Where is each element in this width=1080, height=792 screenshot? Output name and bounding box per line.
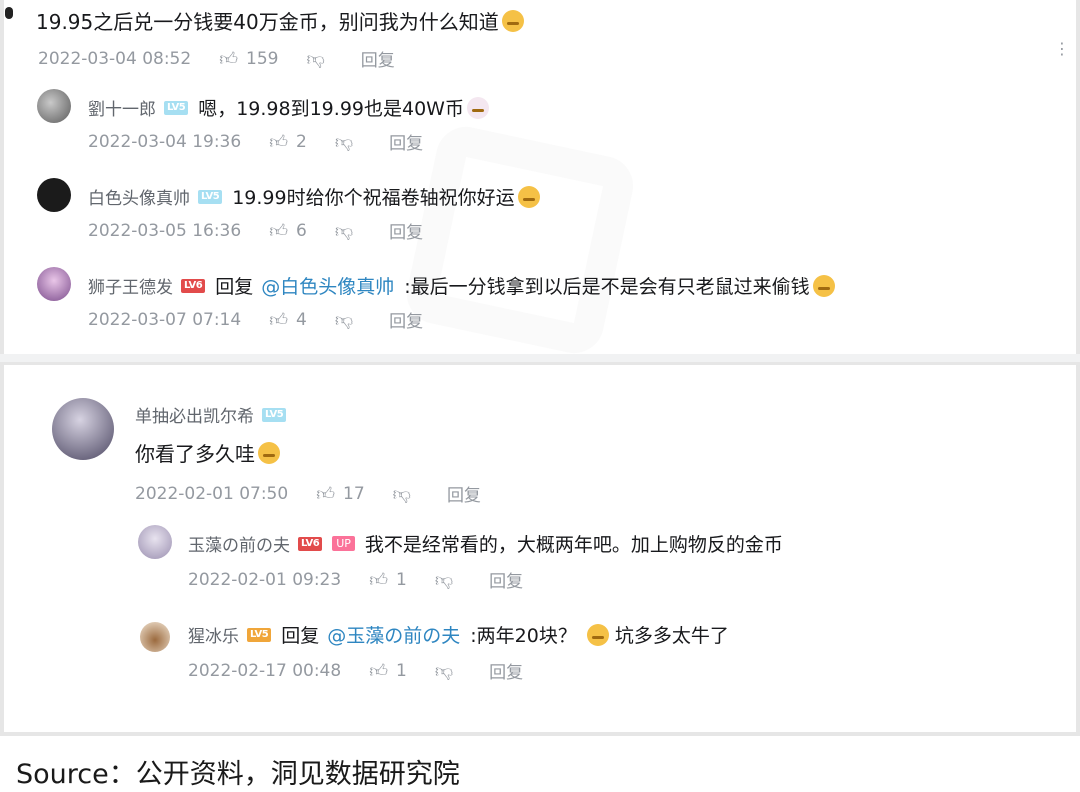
reply-comment: 狮子王德发 LV6 回复 @白色头像真帅 :最后一分钱拿到以后是不是会有只老鼠过… <box>88 272 835 299</box>
comment-text: :两年20块？ <box>470 625 577 647</box>
reply-prefix: 回复 <box>215 276 254 298</box>
comment-date: 2022-02-01 07:50 <box>135 483 289 504</box>
comment-date: 2022-02-17 00:48 <box>188 660 342 681</box>
dislike-icon[interactable]: 👎︎ <box>306 48 324 70</box>
reply-comment: 玉藻の前の夫 LV6 UP 我不是经常看的，大概两年吧。加上购物反的金币 <box>188 530 783 557</box>
source-caption: Source：公开资料，洞见数据研究院 <box>16 759 460 790</box>
reply-button[interactable]: 回复 <box>489 567 523 592</box>
root-comment-bottom: 单抽必出凯尔希 LV5 <box>135 402 296 427</box>
username[interactable]: 玉藻の前の夫 <box>188 531 290 556</box>
watermark-logo <box>401 121 639 359</box>
dislike-icon[interactable]: 👎︎ <box>335 309 353 331</box>
emoji-icon <box>517 185 540 208</box>
reply-comment: 猩冰乐 LV5 回复 @玉藻の前の夫 :两年20块？ 坑多多太牛了 <box>188 621 729 648</box>
reply-button[interactable]: 回复 <box>489 658 523 683</box>
comment-meta: 2022-03-04 19:36 👍︎ 2 👎︎ 回复 <box>88 129 423 155</box>
like-icon[interactable]: 👍︎ <box>316 483 335 505</box>
level-badge: LV5 <box>198 189 223 204</box>
root-avatar-edge <box>5 7 13 19</box>
username[interactable]: 猩冰乐 <box>188 622 239 647</box>
like-count: 2 <box>296 131 307 152</box>
like-count: 1 <box>396 660 407 681</box>
comment-date: 2022-03-04 08:52 <box>38 48 192 69</box>
comment-date: 2022-03-07 07:14 <box>88 309 242 330</box>
comment-text: 嗯，19.98到19.99也是40W币 <box>198 98 464 120</box>
like-count: 1 <box>396 569 407 590</box>
reply-button[interactable]: 回复 <box>389 218 423 243</box>
avatar[interactable] <box>37 267 71 301</box>
reply-comment: 白色头像真帅 LV5 19.99时给你个祝福卷轴祝你好运 <box>88 183 540 210</box>
comment-body: 你看了多久哇 <box>135 438 280 467</box>
username[interactable]: 单抽必出凯尔希 <box>135 402 254 427</box>
like-icon[interactable]: 👍︎ <box>219 48 238 70</box>
up-badge: UP <box>332 536 355 551</box>
like-icon[interactable]: 👍︎ <box>269 220 288 242</box>
reply-button[interactable]: 回复 <box>389 129 423 154</box>
emoji-icon <box>466 96 489 119</box>
reply-button[interactable]: 回复 <box>361 46 395 71</box>
more-icon[interactable]: ⋮ <box>1054 41 1070 57</box>
reply-comment: 劉十一郎 LV5 嗯，19.98到19.99也是40W币 <box>88 94 489 121</box>
level-badge: LV5 <box>164 100 189 115</box>
comment-date: 2022-02-01 09:23 <box>188 569 342 590</box>
dislike-icon[interactable]: 👎︎ <box>335 220 353 242</box>
like-icon[interactable]: 👍︎ <box>269 131 288 153</box>
comment-date: 2022-03-05 16:36 <box>88 220 242 241</box>
emoji-icon <box>501 9 524 32</box>
dislike-icon[interactable]: 👎︎ <box>335 131 353 153</box>
comment-meta: 2022-03-07 07:14 👍︎ 4 👎︎ 回复 <box>88 307 423 333</box>
comment-text: 19.99时给你个祝福卷轴祝你好运 <box>232 187 515 209</box>
comment-date: 2022-03-04 19:36 <box>88 131 242 152</box>
like-count: 17 <box>343 483 365 504</box>
dislike-icon[interactable]: 👎︎ <box>435 569 453 591</box>
comment-meta: 2022-02-01 09:23 👍︎ 1 👎︎ 回复 <box>188 567 523 593</box>
like-count: 6 <box>296 220 307 241</box>
avatar[interactable] <box>37 89 71 123</box>
thread-divider <box>0 354 1080 362</box>
mention-link[interactable]: @白色头像真帅 <box>261 272 394 299</box>
emoji-icon <box>258 441 280 464</box>
like-icon[interactable]: 👍︎ <box>269 309 288 331</box>
emoji-icon <box>586 623 609 646</box>
avatar[interactable] <box>37 178 71 212</box>
reply-prefix: 回复 <box>281 625 320 647</box>
dislike-icon[interactable]: 👎︎ <box>393 483 411 505</box>
comment-meta: 2022-03-04 08:52 👍︎ 159 👎︎ 回复 <box>38 46 395 72</box>
comment-meta: 2022-03-05 16:36 👍︎ 6 👎︎ 回复 <box>88 218 423 244</box>
comment-text: 19.95之后兑一分钱要40万金币，别问我为什么知道 <box>36 10 499 34</box>
reply-button[interactable]: 回复 <box>447 481 481 506</box>
reply-button[interactable]: 回复 <box>389 307 423 332</box>
avatar[interactable] <box>52 398 114 460</box>
level-badge: LV6 <box>181 278 206 293</box>
like-count: 4 <box>296 309 307 330</box>
root-comment-top: 19.95之后兑一分钱要40万金币，别问我为什么知道 <box>36 6 524 35</box>
emoji-icon <box>812 274 835 297</box>
username[interactable]: 狮子王德发 <box>88 273 173 298</box>
avatar[interactable] <box>138 525 172 559</box>
level-badge: LV5 <box>262 407 287 422</box>
like-icon[interactable]: 👍︎ <box>369 569 388 591</box>
like-count: 159 <box>246 48 279 69</box>
comment-text: 我不是经常看的，大概两年吧。加上购物反的金币 <box>364 534 783 556</box>
comment-text: 你看了多久哇 <box>135 442 255 466</box>
avatar[interactable] <box>140 622 170 652</box>
like-icon[interactable]: 👍︎ <box>369 660 388 682</box>
comment-meta: 2022-02-17 00:48 👍︎ 1 👎︎ 回复 <box>188 658 523 684</box>
comment-meta: 2022-02-01 07:50 👍︎ 17 👎︎ 回复 <box>135 481 481 507</box>
level-badge: LV6 <box>298 536 323 551</box>
username[interactable]: 白色头像真帅 <box>88 184 190 209</box>
level-badge: LV5 <box>247 627 272 642</box>
mention-link[interactable]: @玉藻の前の夫 <box>327 621 460 648</box>
username[interactable]: 劉十一郎 <box>88 95 156 120</box>
dislike-icon[interactable]: 👎︎ <box>435 660 453 682</box>
comment-text-tail: 坑多多太牛了 <box>614 625 729 647</box>
comment-text: :最后一分钱拿到以后是不是会有只老鼠过来偷钱 <box>404 276 810 298</box>
